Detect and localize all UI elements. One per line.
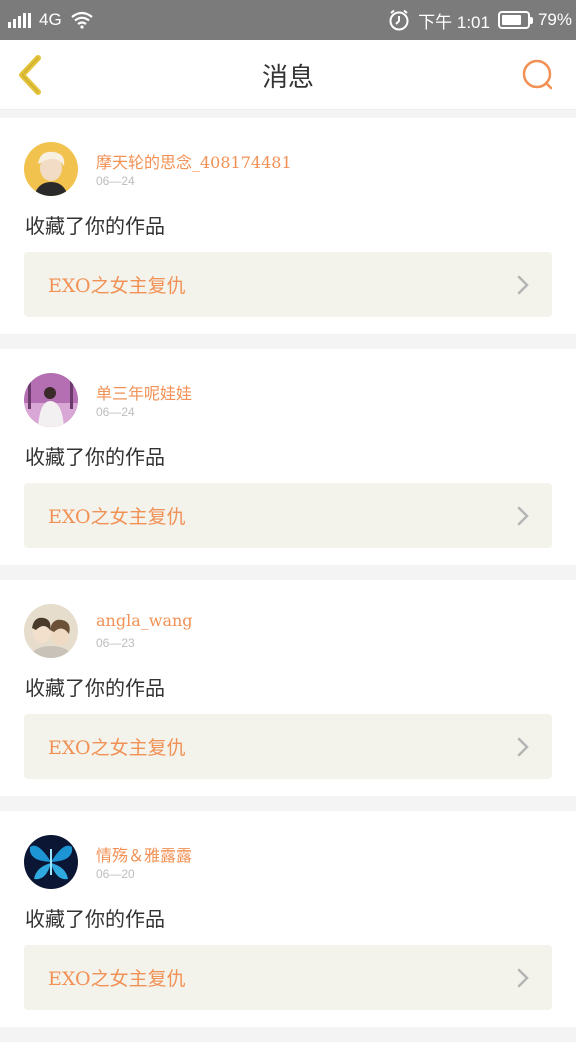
chevron-right-icon: [517, 968, 529, 988]
battery-icon: [497, 11, 533, 29]
chevron-left-icon: [19, 55, 41, 95]
message-item: angla_wang 06—23 收藏了你的作品 EXO之女主复仇: [0, 580, 576, 796]
work-link[interactable]: EXO之女主复仇: [24, 945, 552, 1010]
chevron-right-icon: [517, 275, 529, 295]
message-list: 摩天轮的思念_408174481 06—24 收藏了你的作品 EXO之女主复仇 …: [0, 118, 576, 1042]
page-title: 消息: [261, 62, 314, 93]
message-date: 06—24: [96, 174, 135, 188]
message-action: 收藏了你的作品: [25, 214, 165, 238]
work-title: EXO之女主复仇: [48, 275, 186, 297]
work-title: EXO之女主复仇: [48, 968, 186, 990]
avatar[interactable]: [24, 604, 78, 658]
search-icon: [522, 59, 553, 90]
work-title: EXO之女主复仇: [48, 737, 186, 759]
work-link[interactable]: EXO之女主复仇: [24, 483, 552, 548]
avatar[interactable]: [24, 142, 78, 196]
avatar[interactable]: [24, 835, 78, 889]
message-date: 06—23: [96, 636, 135, 650]
alarm-icon: [389, 9, 409, 31]
username[interactable]: angla_wang: [96, 611, 193, 630]
message-action: 收藏了你的作品: [25, 676, 165, 700]
work-title: EXO之女主复仇: [48, 506, 186, 528]
message-item: 摩天轮的思念_408174481 06—24 收藏了你的作品 EXO之女主复仇: [0, 118, 576, 334]
message-item: 单三年呢娃娃 06—24 收藏了你的作品 EXO之女主复仇: [0, 349, 576, 565]
username[interactable]: 情殇＆雅露露: [96, 842, 192, 866]
back-button[interactable]: [12, 52, 56, 98]
search-button[interactable]: [518, 56, 558, 96]
avatar[interactable]: [24, 373, 78, 427]
chevron-right-icon: [517, 737, 529, 757]
status-time: 下午 1:01: [418, 12, 490, 32]
message-action: 收藏了你的作品: [25, 907, 165, 931]
header-bar: 消息: [0, 40, 576, 110]
signal-icon: [8, 12, 31, 28]
message-date: 06—20: [96, 867, 135, 881]
battery-percent: 79%: [537, 10, 572, 29]
work-link[interactable]: EXO之女主复仇: [24, 714, 552, 779]
status-bar: 4G 下午 1:01 79%: [0, 0, 576, 40]
work-link[interactable]: EXO之女主复仇: [24, 252, 552, 317]
wifi-icon: [71, 11, 93, 29]
message-action: 收藏了你的作品: [25, 445, 165, 469]
username[interactable]: 单三年呢娃娃: [96, 380, 192, 404]
username[interactable]: 摩天轮的思念_408174481: [96, 149, 292, 173]
network-type: 4G: [39, 10, 62, 29]
message-item: 情殇＆雅露露 06—20 收藏了你的作品 EXO之女主复仇: [0, 811, 576, 1027]
message-date: 06—24: [96, 405, 135, 419]
chevron-right-icon: [517, 506, 529, 526]
